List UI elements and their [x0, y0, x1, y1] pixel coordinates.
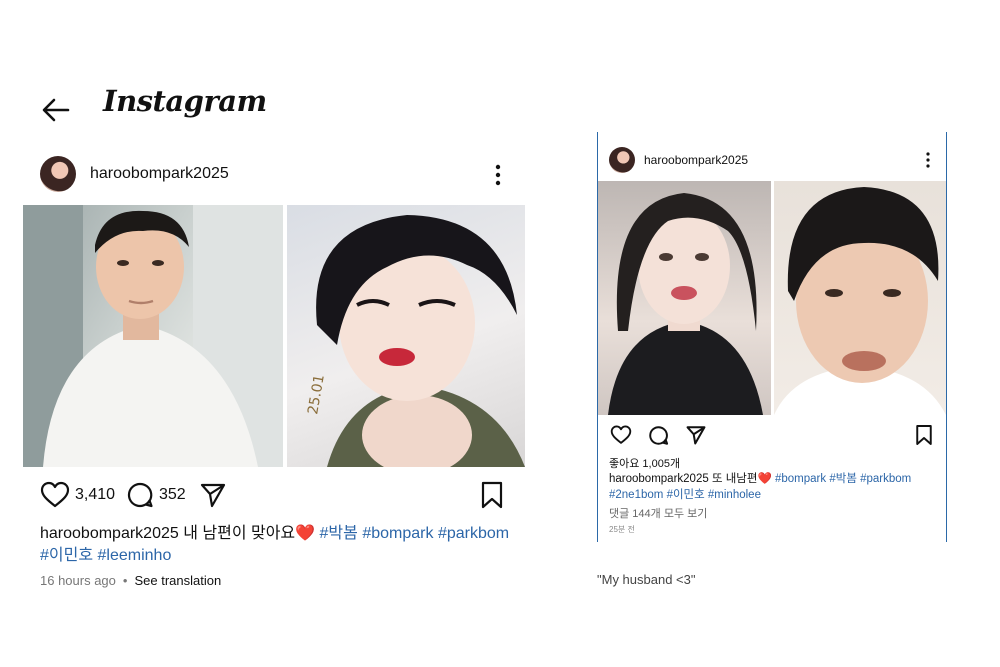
- avatar[interactable]: [40, 156, 76, 192]
- back-arrow-icon[interactable]: [40, 96, 72, 124]
- post-photo-woman[interactable]: 25.01: [287, 205, 525, 467]
- hashtag[interactable]: #minholee: [708, 489, 761, 501]
- hashtag[interactable]: #이민호: [667, 489, 705, 501]
- hashtag[interactable]: #이민호: [40, 547, 93, 564]
- send-icon[interactable]: [686, 425, 706, 445]
- instagram-logo: Instagram: [103, 84, 267, 118]
- heart-icon[interactable]: [40, 481, 70, 509]
- hashtag[interactable]: #2ne1bom: [609, 489, 663, 501]
- like-count[interactable]: 3,410: [75, 486, 115, 504]
- post-caption: haroobompark2025 내 남편이 맞아요❤️ #박봄 #bompar…: [40, 523, 510, 567]
- post-time: 25분 전: [609, 525, 635, 534]
- more-options-icon[interactable]: [921, 150, 935, 170]
- hashtag[interactable]: #bompark: [775, 473, 826, 485]
- translation-note: "My husband <3": [597, 572, 696, 587]
- hashtag[interactable]: #parkbom: [860, 473, 911, 485]
- heart-emoji: ❤️: [295, 525, 316, 542]
- post-username[interactable]: haroobompark2025: [644, 153, 748, 167]
- view-comments-link[interactable]: 댓글 144개 모두 보기: [609, 505, 707, 521]
- hashtag[interactable]: #parkbom: [438, 525, 509, 542]
- heart-emoji: ❤️: [757, 473, 772, 485]
- send-icon[interactable]: [200, 482, 226, 508]
- post-caption: haroobompark2025 또 내남편❤️ #bompark #박봄 #p…: [609, 471, 941, 503]
- post-photo-man[interactable]: [23, 205, 283, 467]
- like-count[interactable]: 좋아요 1,005개: [609, 455, 680, 471]
- bookmark-icon[interactable]: [480, 481, 504, 509]
- post-actions: 3,410 352: [40, 481, 520, 509]
- hashtag[interactable]: #박봄: [829, 473, 857, 485]
- comment-icon[interactable]: [126, 481, 154, 509]
- svg-text:25.01: 25.01: [305, 373, 328, 415]
- post-username[interactable]: haroobompark2025: [90, 165, 229, 183]
- avatar[interactable]: [609, 147, 635, 173]
- caption-username[interactable]: haroobompark2025: [609, 473, 709, 485]
- caption-username[interactable]: haroobompark2025: [40, 525, 179, 542]
- hashtag[interactable]: #leeminho: [98, 547, 172, 564]
- bookmark-icon[interactable]: [915, 424, 933, 446]
- post-photo-man[interactable]: [774, 181, 946, 415]
- more-options-icon[interactable]: [488, 162, 508, 188]
- comment-count[interactable]: 352: [159, 486, 186, 504]
- caption-text: 내 남편이 맞아요: [178, 525, 296, 542]
- hashtag[interactable]: #bompark: [362, 525, 433, 542]
- post-photo-woman[interactable]: [598, 181, 771, 415]
- separator-dot: •: [122, 573, 128, 588]
- caption-text: 또 내남편: [708, 473, 758, 485]
- post-time: 16 hours ago: [40, 573, 116, 588]
- post-meta: 16 hours ago • See translation: [40, 573, 221, 588]
- see-translation-link[interactable]: See translation: [134, 573, 221, 588]
- heart-icon[interactable]: [610, 425, 632, 445]
- hashtag[interactable]: #박봄: [320, 525, 358, 542]
- comment-icon[interactable]: [648, 425, 669, 446]
